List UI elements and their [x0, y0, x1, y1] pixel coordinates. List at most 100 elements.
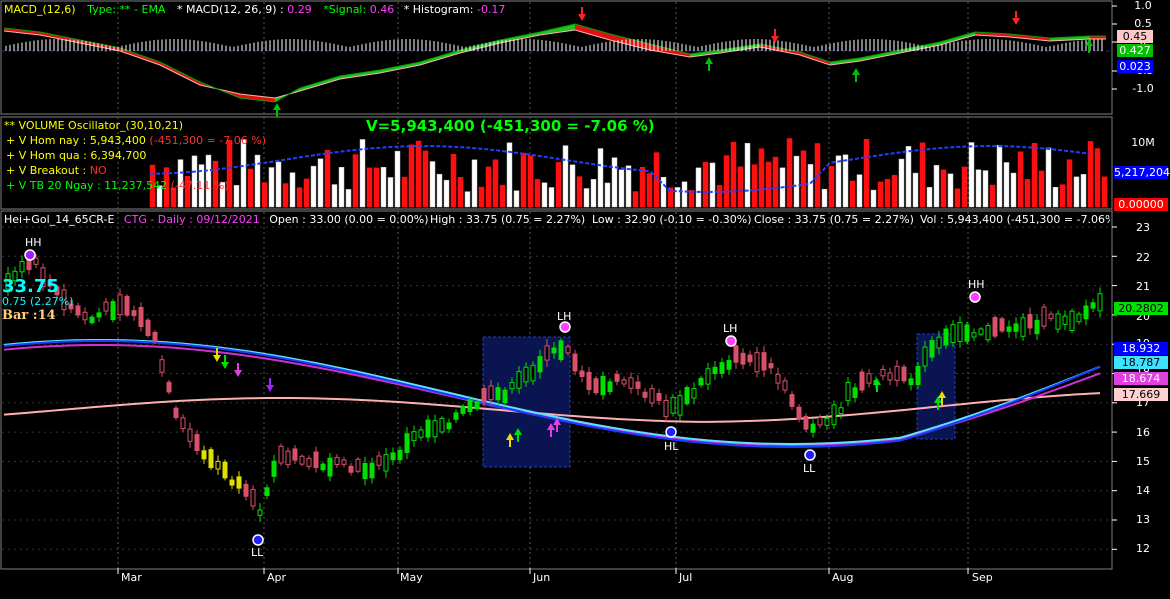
volume-bar [492, 159, 499, 208]
last-change: 0.75 (2.27%) [2, 295, 74, 308]
candle-body [1090, 302, 1096, 309]
volume-bar [513, 190, 520, 208]
volume-summary: V=5,943,400 (-451,300 = -7.06 %) [366, 117, 655, 135]
candle-body [607, 381, 613, 392]
candle-body [733, 345, 739, 363]
consolidation-box [482, 336, 571, 468]
candle-body [250, 488, 256, 507]
volume-bar [681, 181, 688, 208]
candle-body [96, 312, 102, 318]
volume-bar [324, 150, 331, 208]
month-jun: Jun [533, 571, 551, 584]
candle-body [810, 423, 816, 433]
candle-body [684, 387, 690, 405]
candle-body [152, 331, 158, 343]
candle-body [390, 452, 396, 461]
pivot-ll-2: LL [803, 462, 816, 475]
candle-body [537, 356, 543, 373]
candle-body [159, 359, 165, 373]
candle-body [19, 261, 25, 273]
volume-bar [590, 179, 597, 208]
volume-bar [240, 139, 247, 208]
price-axis-16: 16 [1136, 426, 1150, 439]
stock-chart[interactable] [0, 0, 1170, 599]
candle-body [1055, 313, 1061, 330]
pivot-marker-icon [252, 534, 264, 546]
candle-body [719, 362, 725, 374]
volume-bar [261, 182, 268, 208]
price-title: Hei+Gol_14_65CR-E [4, 213, 115, 226]
volume-bar [562, 145, 569, 208]
volume-bar [1024, 179, 1031, 208]
volume-bar [639, 166, 646, 208]
candle-body [418, 429, 424, 438]
volume-bar [926, 187, 933, 208]
candle-body [222, 461, 228, 479]
volume-bar [310, 165, 317, 208]
pivot-ll-1: LL [251, 546, 264, 559]
macd-label: * MACD(12, 26, 9) : [176, 3, 284, 16]
volume-bar [625, 165, 632, 208]
volume-bar [828, 166, 835, 208]
histogram-label: * Histogram: [403, 3, 474, 16]
volume-bar [450, 154, 457, 208]
volume-bar [548, 187, 555, 208]
candle-body [817, 417, 823, 426]
candle-body [82, 311, 88, 321]
candle-body [460, 406, 466, 414]
volume-bar [597, 148, 604, 208]
volume-bar [436, 173, 443, 208]
candle-body [915, 366, 921, 386]
candle-body [985, 325, 991, 341]
candle-body [565, 346, 571, 354]
candle-body [33, 257, 39, 265]
candle-body [145, 319, 151, 336]
volume-bar [968, 142, 975, 208]
candle-body [642, 391, 648, 398]
pivot-marker-icon [969, 291, 981, 303]
candle-body [803, 415, 809, 430]
volume-bar [940, 169, 947, 208]
candle-body [1048, 313, 1054, 319]
candle-body [908, 378, 914, 386]
pivot-hh-2: HH [968, 278, 985, 291]
candle-body [131, 310, 137, 317]
volume-bar [415, 140, 422, 208]
volume-bar [338, 166, 345, 208]
v-today-change: (-451,300 = -7.06 %) [149, 134, 267, 147]
candle-body [481, 388, 487, 403]
pivot-hl-1: HL [664, 440, 679, 453]
volume-bar [723, 155, 730, 208]
candle-body [257, 509, 263, 516]
candle-body [775, 373, 781, 384]
candle-body [530, 364, 536, 382]
candle-body [180, 417, 186, 430]
month-jul: Jul [679, 571, 693, 584]
candle-body [936, 336, 942, 349]
volume-bar [982, 170, 989, 208]
candle-body [1034, 319, 1040, 335]
volume-axis-10m: 10M [1131, 136, 1155, 149]
volume-bar [1066, 159, 1073, 208]
candle-body [845, 382, 851, 402]
candle-body [943, 328, 949, 346]
volume-line-1: + V Hom nay : 5,943,400 (-451,300 = -7.0… [6, 134, 266, 147]
candle-body [747, 354, 753, 363]
volume-osc-badge: 0.00000 [1114, 198, 1168, 211]
volume-bar [282, 183, 289, 208]
volume-bar [1017, 151, 1024, 208]
volume-bar [401, 176, 408, 208]
volume-bar [821, 188, 828, 208]
volume-bar [352, 154, 359, 208]
volume-bar [751, 164, 758, 208]
candle-body [964, 324, 970, 342]
candle-body [649, 388, 655, 404]
candle-body [523, 366, 529, 383]
candle-body [502, 389, 508, 404]
ema-pink-badge: 17.669 [1114, 388, 1168, 401]
candle-body [572, 353, 578, 372]
volume-bar [807, 164, 814, 208]
volume-bar [478, 186, 485, 208]
volume-bar [1087, 141, 1094, 208]
volume-bar [275, 161, 282, 208]
